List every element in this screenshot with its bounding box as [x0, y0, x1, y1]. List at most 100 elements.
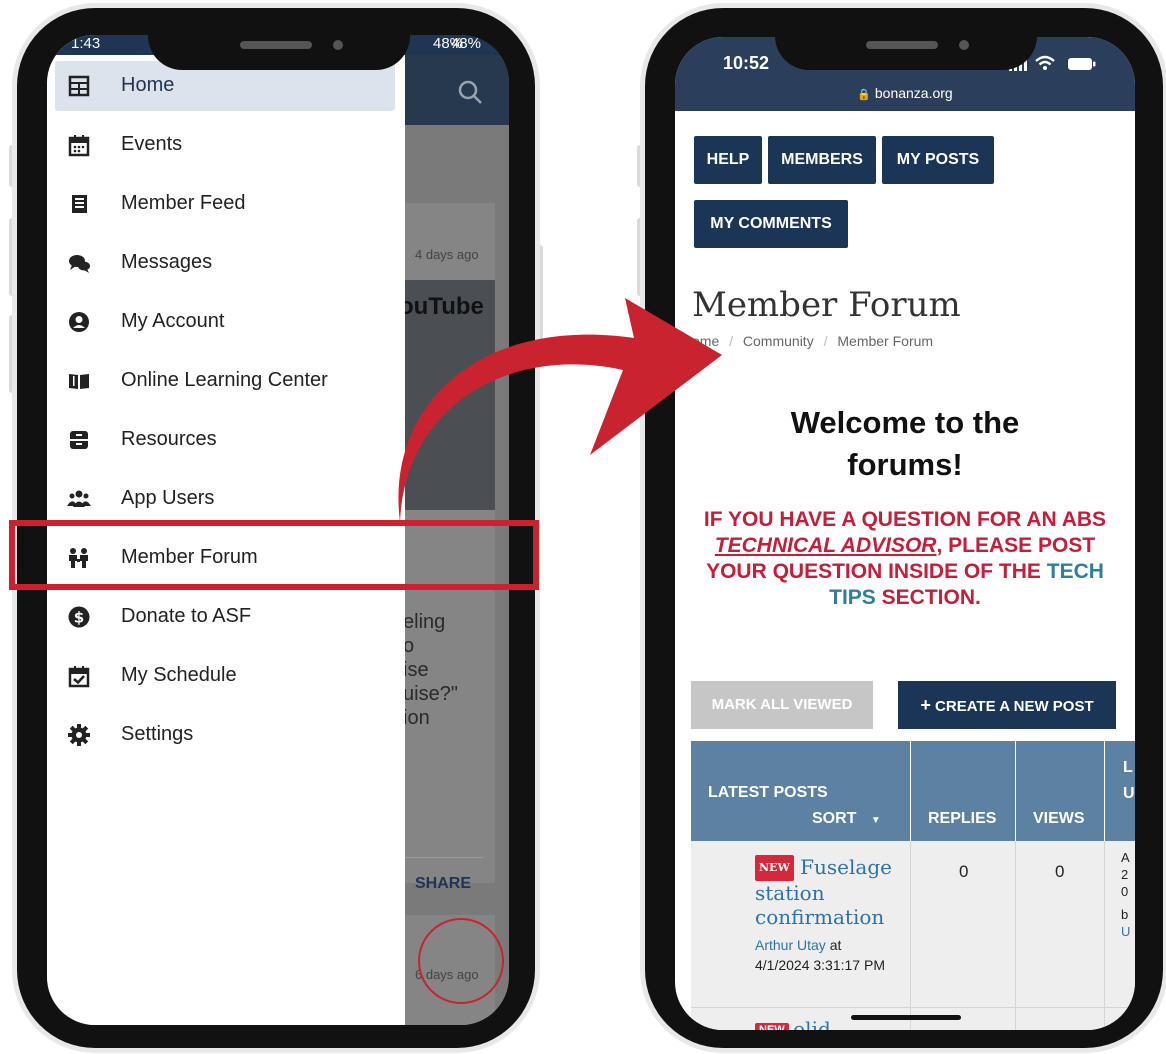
- row-separator-2: [1015, 841, 1016, 1030]
- table-header-last: L U: [1105, 741, 1135, 841]
- left-phone-volume-down: [9, 315, 15, 393]
- svg-text:$: $: [74, 609, 84, 627]
- my-comments-button[interactable]: MY COMMENTS: [694, 200, 848, 248]
- tap-indicator-circle: [418, 918, 504, 1004]
- post-author-link[interactable]: Arthur Utay: [755, 937, 826, 953]
- chat-bubbles-icon: [69, 255, 90, 273]
- welcome-line-2: forums!: [847, 447, 963, 482]
- gear-icon: [68, 724, 90, 746]
- newspaper-icon: [72, 195, 87, 213]
- breadcrumb: ome / Community / Member Forum: [692, 333, 934, 349]
- last-fragment-5: U: [1121, 924, 1131, 939]
- drawer-item-resources[interactable]: Resources: [55, 415, 395, 465]
- drawer-item-online-learning-center[interactable]: Online Learning Center: [55, 356, 395, 406]
- drawer-item-events[interactable]: Events: [55, 120, 395, 170]
- search-icon[interactable]: [457, 79, 483, 105]
- last-post-fragment: A 2 0 b U: [1121, 849, 1130, 940]
- drawer-item-label: App Users: [121, 487, 215, 509]
- right-phone-camera: [959, 40, 969, 50]
- right-phone-volume-up: [637, 218, 643, 296]
- views-count: 0: [1055, 862, 1065, 881]
- wifi-icon: [1035, 55, 1055, 70]
- help-button[interactable]: HELP: [694, 136, 762, 184]
- drawer-item-label: Settings: [121, 723, 194, 745]
- left-phone-power-button: [537, 245, 543, 355]
- user-circle-icon: [69, 312, 89, 332]
- drawer-item-label: Events: [121, 133, 183, 155]
- drawer-item-member-feed[interactable]: Member Feed: [55, 179, 395, 229]
- right-phone-screen: 10:52 🔒 bonanza.org HELP MEMBERS MY POST…: [675, 37, 1135, 1030]
- drawer-item-label: Online Learning Center: [121, 369, 328, 391]
- technical-advisor-notice: IF YOU HAVE A QUESTION FOR AN ABS TECHNI…: [689, 507, 1121, 611]
- notice-text-3: SECTION.: [875, 586, 981, 609]
- replies-count: 0: [959, 862, 969, 881]
- status-time: 10:52: [723, 53, 770, 73]
- drawer-item-label: Member Feed: [121, 192, 246, 214]
- members-button[interactable]: MEMBERS: [768, 136, 876, 184]
- home-grid-icon: [68, 75, 90, 97]
- drawer-item-label: My Account: [121, 310, 225, 332]
- col-latest-posts: LATEST POSTS: [708, 784, 828, 801]
- table-header-latest-posts: LATEST POSTS SORT ▼: [691, 741, 910, 841]
- battery-icon: [1068, 58, 1096, 70]
- drawer-item-settings[interactable]: Settings: [55, 710, 395, 760]
- row-separator-3: [1104, 841, 1105, 1030]
- drawer-item-messages[interactable]: Messages: [55, 238, 395, 288]
- drawer-item-app-users[interactable]: App Users: [55, 474, 395, 524]
- youtube-logo-text: ouTube: [399, 293, 484, 320]
- left-status-battery: 48%: [433, 35, 464, 52]
- welcome-heading: Welcome to the forums!: [715, 402, 1095, 486]
- breadcrumb-member-forum: Member Forum: [837, 333, 934, 349]
- welcome-line-1: Welcome to the: [790, 405, 1020, 440]
- left-phone-volume-up: [9, 218, 15, 296]
- chevron-down-icon: ▼: [870, 815, 881, 826]
- breadcrumb-home[interactable]: ome: [692, 333, 719, 349]
- next-row-preview[interactable]: NEW olid: [755, 1017, 831, 1030]
- col-last-fragment-1: L: [1123, 759, 1133, 776]
- drawer-item-donate[interactable]: $ Donate to ASF: [55, 592, 395, 642]
- drawer-item-label: Home: [121, 74, 175, 96]
- drawer-item-my-account[interactable]: My Account: [55, 297, 395, 347]
- drawer-item-label: My Schedule: [121, 664, 237, 686]
- col-replies: REPLIES: [928, 810, 997, 827]
- snippet-line-4: uise?": [403, 683, 458, 705]
- post-at: at: [829, 937, 842, 953]
- row-separator-1: [910, 841, 911, 1030]
- new-badge: NEW: [755, 855, 794, 881]
- last-fragment-2: 2: [1121, 867, 1129, 882]
- address-bar[interactable]: 🔒 bonanza.org: [675, 85, 1135, 101]
- mark-all-viewed-button[interactable]: MARK ALL VIEWED: [691, 681, 873, 729]
- lock-icon: 🔒: [857, 89, 871, 101]
- share-button[interactable]: SHARE: [415, 875, 471, 893]
- create-post-label: CREATE A NEW POST: [935, 698, 1094, 715]
- col-views: VIEWS: [1033, 810, 1085, 827]
- left-phone-mute-button: [9, 145, 15, 187]
- sort-dropdown[interactable]: SORT ▼: [812, 810, 881, 828]
- plus-icon: +: [920, 695, 931, 715]
- table-header-replies[interactable]: REPLIES: [911, 741, 1015, 841]
- snippet-line-5: ion: [403, 707, 430, 729]
- drawer-item-label: Resources: [121, 428, 217, 450]
- url-text: bonanza.org: [874, 85, 953, 101]
- drawer-item-label: Messages: [121, 251, 213, 273]
- calendar-icon: [68, 135, 90, 157]
- post-title-link[interactable]: NEW Fuselage station confirmation: [755, 855, 905, 929]
- last-fragment-3: 0: [1121, 884, 1129, 899]
- post-meta: Arthur Utay at 4/1/2024 3:31:17 PM: [755, 935, 895, 975]
- post-date: 4/1/2024 3:31:17 PM: [755, 957, 885, 973]
- drawer-item-my-schedule[interactable]: My Schedule: [55, 651, 395, 701]
- col-last-fragment-2: U: [1123, 785, 1135, 802]
- drawer-item-label: Donate to ASF: [121, 605, 252, 627]
- left-phone-camera: [333, 40, 343, 50]
- create-new-post-button[interactable]: + CREATE A NEW POST: [898, 681, 1116, 729]
- card-timestamp: 4 days ago: [415, 247, 479, 262]
- technical-advisor-link[interactable]: TECHNICAL ADVISOR: [715, 534, 937, 557]
- last-fragment-4: b: [1121, 907, 1129, 922]
- home-indicator[interactable]: [851, 1015, 961, 1020]
- calendar-check-icon: [68, 666, 90, 688]
- table-header-views[interactable]: VIEWS: [1016, 741, 1104, 841]
- breadcrumb-community[interactable]: Community: [743, 333, 814, 349]
- open-book-icon: [69, 374, 89, 389]
- my-posts-button[interactable]: MY POSTS: [882, 136, 994, 184]
- archive-box-icon: [70, 431, 88, 449]
